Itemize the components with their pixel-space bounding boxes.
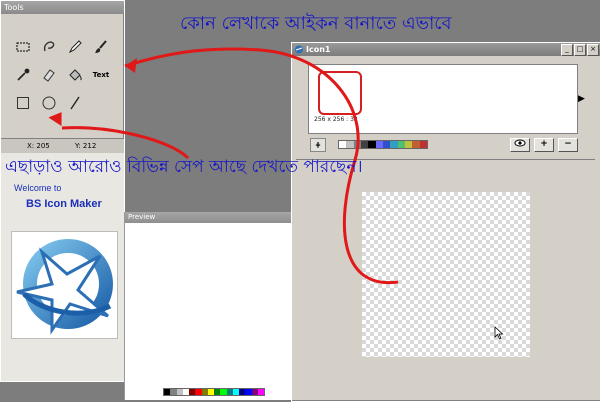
welcome-area: Welcome to BS Icon Maker xyxy=(1,153,124,381)
icon-size-thumbnail[interactable] xyxy=(318,71,362,115)
rectangle-icon[interactable] xyxy=(11,91,35,115)
preview-eye-button[interactable] xyxy=(510,138,530,152)
add-size-button[interactable]: + xyxy=(534,138,554,152)
icon-color-swatch[interactable] xyxy=(353,141,361,148)
fill-bucket-icon[interactable] xyxy=(63,63,87,87)
text-tool-label: Text xyxy=(92,71,110,79)
icon-color-swatch[interactable] xyxy=(375,141,383,148)
remove-size-button[interactable]: − xyxy=(558,138,578,152)
scroll-right-icon[interactable]: ▶ xyxy=(578,93,585,105)
icon-color-swatch[interactable] xyxy=(339,141,347,148)
drawing-canvas[interactable] xyxy=(362,192,530,357)
tool-grid: Text xyxy=(11,35,115,119)
close-button[interactable]: × xyxy=(587,44,599,56)
dropper-icon[interactable] xyxy=(11,63,35,87)
edit-area xyxy=(296,159,595,396)
icon-color-swatch[interactable] xyxy=(404,141,413,148)
coord-y: Y: 212 xyxy=(75,142,97,150)
icon-color-swatch[interactable] xyxy=(382,141,391,148)
grid-toggle-button[interactable]: ⋕ xyxy=(310,138,326,152)
preview-palette[interactable] xyxy=(163,388,265,396)
icon-toolbar: ⋕ + − xyxy=(306,138,586,152)
welcome-text: Welcome to xyxy=(14,183,62,193)
ellipse-icon[interactable] xyxy=(37,91,61,115)
brush-icon[interactable] xyxy=(89,35,113,59)
maximize-button[interactable]: □ xyxy=(574,44,586,56)
coordinates-bar: X: 205 Y: 212 xyxy=(1,138,124,154)
tools-panel: Tools Text X: 205 Y: 212 Welcome to BS I… xyxy=(0,0,125,382)
minimize-button[interactable]: _ xyxy=(561,44,573,56)
icon-color-swatch[interactable] xyxy=(397,141,405,148)
coord-x: X: 205 xyxy=(27,142,50,150)
tools-panel-title: Tools xyxy=(1,1,124,14)
color-palette-bar[interactable] xyxy=(338,140,428,149)
icon-window-title: Icon1 xyxy=(306,45,331,54)
eraser-icon[interactable] xyxy=(37,63,61,87)
app-logo xyxy=(11,231,118,339)
icon-color-swatch[interactable] xyxy=(412,141,420,148)
icon-window-titlebar[interactable]: Icon1 _ □ × xyxy=(292,43,600,56)
icon-color-swatch[interactable] xyxy=(360,141,369,148)
mouse-cursor-icon xyxy=(494,326,504,340)
preview-color-swatch[interactable] xyxy=(257,389,264,395)
preview-title: Preview xyxy=(125,212,291,223)
icon-color-swatch[interactable] xyxy=(346,141,354,148)
icon-color-swatch[interactable] xyxy=(368,141,376,148)
rect-select-icon[interactable] xyxy=(11,35,35,59)
annotation-middle: এছাড়াও আরোও বিভিন্ন সেপ আছে দেখতে পারছে… xyxy=(5,157,363,177)
icon-size-strip: 256 x 256 : 32 xyxy=(308,64,578,134)
pencil-icon[interactable] xyxy=(63,35,87,59)
eye-icon xyxy=(514,139,526,147)
annotation-top: কোন লেখাকে আইকন বানাতে এভাবে xyxy=(180,13,452,34)
window-app-icon xyxy=(295,45,303,54)
text-tool[interactable]: Text xyxy=(89,63,113,87)
icon-color-swatch[interactable] xyxy=(390,141,398,148)
app-name: BS Icon Maker xyxy=(26,198,102,210)
preview-panel: Preview xyxy=(124,212,291,400)
arrow-head-text xyxy=(125,58,137,73)
lasso-icon[interactable] xyxy=(37,35,61,59)
icon-color-swatch[interactable] xyxy=(419,141,427,148)
icon-editor-window: Icon1 _ □ × ◀ 256 x 256 : 32 ▶ ⋕ + − xyxy=(291,42,600,402)
line-icon[interactable] xyxy=(63,91,87,115)
thumbnail-caption: 256 x 256 : 32 xyxy=(314,116,358,123)
